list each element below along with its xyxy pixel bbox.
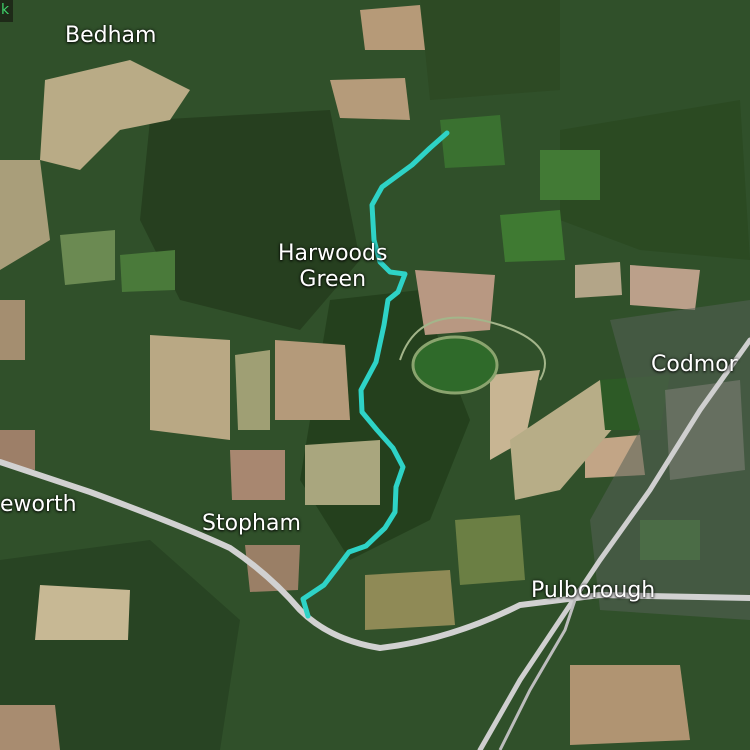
map-view[interactable]: k Bedham Harwoods Green Codmor eworth St… xyxy=(0,0,750,750)
place-label-pulborough: Pulborough xyxy=(531,578,656,603)
place-label-harwoods-line1: Harwoods xyxy=(278,241,388,266)
place-label-bedham: Bedham xyxy=(65,23,157,48)
place-label-eworth: eworth xyxy=(0,492,77,517)
place-label-stopham: Stopham xyxy=(202,511,301,536)
satellite-imagery xyxy=(0,0,750,750)
place-label-codmore: Codmor xyxy=(651,352,738,377)
place-label-harwoods-line2: Green xyxy=(299,267,367,292)
corner-glyph: k xyxy=(0,0,13,22)
place-label-harwoods-green: Harwoods Green xyxy=(278,241,387,293)
